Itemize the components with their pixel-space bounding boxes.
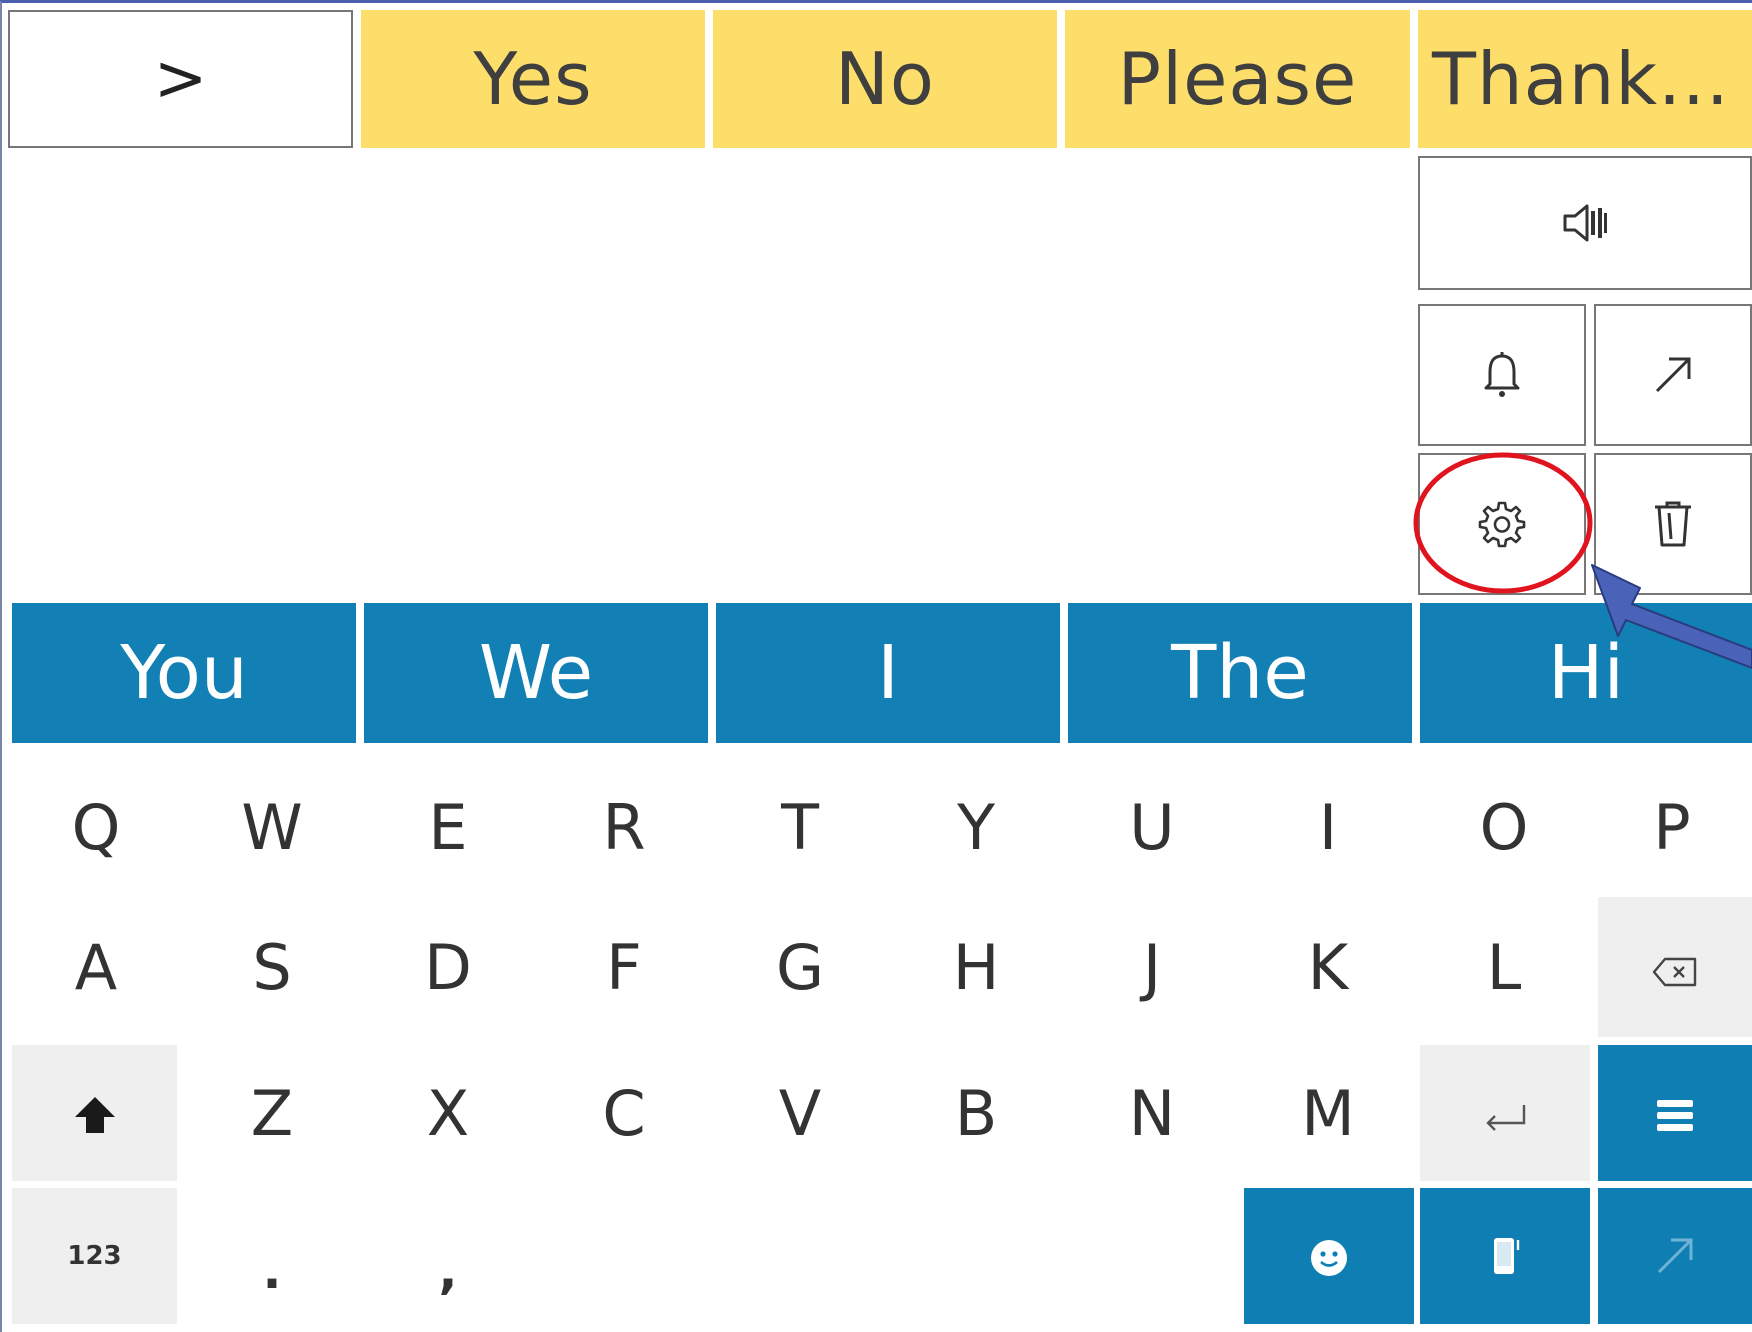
prediction-the-button[interactable]: The [1068,603,1412,743]
phrase-thank-button[interactable]: Thank... [1418,10,1752,148]
emoji-key[interactable] [1244,1188,1414,1324]
prediction-we-button[interactable]: We [364,603,708,743]
expand-keyboard-key[interactable] [1598,1188,1752,1324]
menu-key[interactable] [1598,1045,1752,1181]
key-a[interactable]: A [8,902,184,1032]
key-b[interactable]: B [888,1045,1064,1181]
key-l[interactable]: L [1416,902,1592,1032]
menu-icon [1655,1077,1695,1150]
prediction-i-button[interactable]: I [716,603,1060,743]
prediction-you-button[interactable]: You [12,603,356,743]
key-x[interactable]: X [360,1045,536,1181]
key-p[interactable]: P [1592,762,1752,892]
speak-button[interactable] [1418,156,1752,290]
period-key[interactable]: . [184,1188,360,1324]
bell-icon [1480,350,1524,400]
next-page-button[interactable]: > [8,10,353,148]
arrow-up-right-icon [1653,1220,1697,1293]
expand-button[interactable] [1594,304,1752,446]
key-q[interactable]: Q [8,762,184,892]
key-g[interactable]: G [712,902,888,1032]
enter-key[interactable] [1420,1045,1590,1181]
alert-button[interactable] [1418,304,1586,446]
speaker-icon [1561,201,1609,245]
key-w[interactable]: W [184,762,360,892]
key-o[interactable]: O [1416,762,1592,892]
trash-icon [1651,499,1695,549]
phrase-no-button[interactable]: No [713,10,1057,148]
backspace-icon [1651,931,1699,1004]
numbers-key-label: 123 [67,1241,122,1271]
shift-icon [73,1077,117,1150]
key-d[interactable]: D [360,902,536,1032]
phone-icon [1488,1220,1522,1293]
gear-icon [1477,499,1527,549]
key-f[interactable]: F [536,902,712,1032]
prediction-hi-button[interactable]: Hi [1420,603,1752,743]
key-j[interactable]: J [1064,902,1240,1032]
phrase-yes-button[interactable]: Yes [361,10,705,148]
backspace-key[interactable] [1598,897,1752,1037]
smiley-icon [1309,1220,1349,1293]
settings-button[interactable] [1418,453,1586,595]
delete-button[interactable] [1594,453,1752,595]
key-v[interactable]: V [712,1045,888,1181]
shift-key[interactable] [12,1045,177,1181]
enter-icon [1482,1077,1528,1150]
arrow-up-right-icon [1651,353,1695,397]
key-y[interactable]: Y [888,762,1064,892]
key-z[interactable]: Z [184,1045,360,1181]
phrase-please-button[interactable]: Please [1065,10,1410,148]
key-u[interactable]: U [1064,762,1240,892]
key-e[interactable]: E [360,762,536,892]
phone-key[interactable] [1420,1188,1590,1324]
key-i[interactable]: I [1240,762,1416,892]
message-text-area[interactable] [8,155,1408,595]
key-s[interactable]: S [184,902,360,1032]
key-t[interactable]: T [712,762,888,892]
key-r[interactable]: R [536,762,712,892]
key-m[interactable]: M [1240,1045,1416,1181]
key-k[interactable]: K [1240,902,1416,1032]
numbers-key[interactable]: 123 [12,1188,177,1324]
key-c[interactable]: C [536,1045,712,1181]
key-h[interactable]: H [888,902,1064,1032]
comma-key[interactable]: , [360,1188,536,1324]
key-n[interactable]: N [1064,1045,1240,1181]
